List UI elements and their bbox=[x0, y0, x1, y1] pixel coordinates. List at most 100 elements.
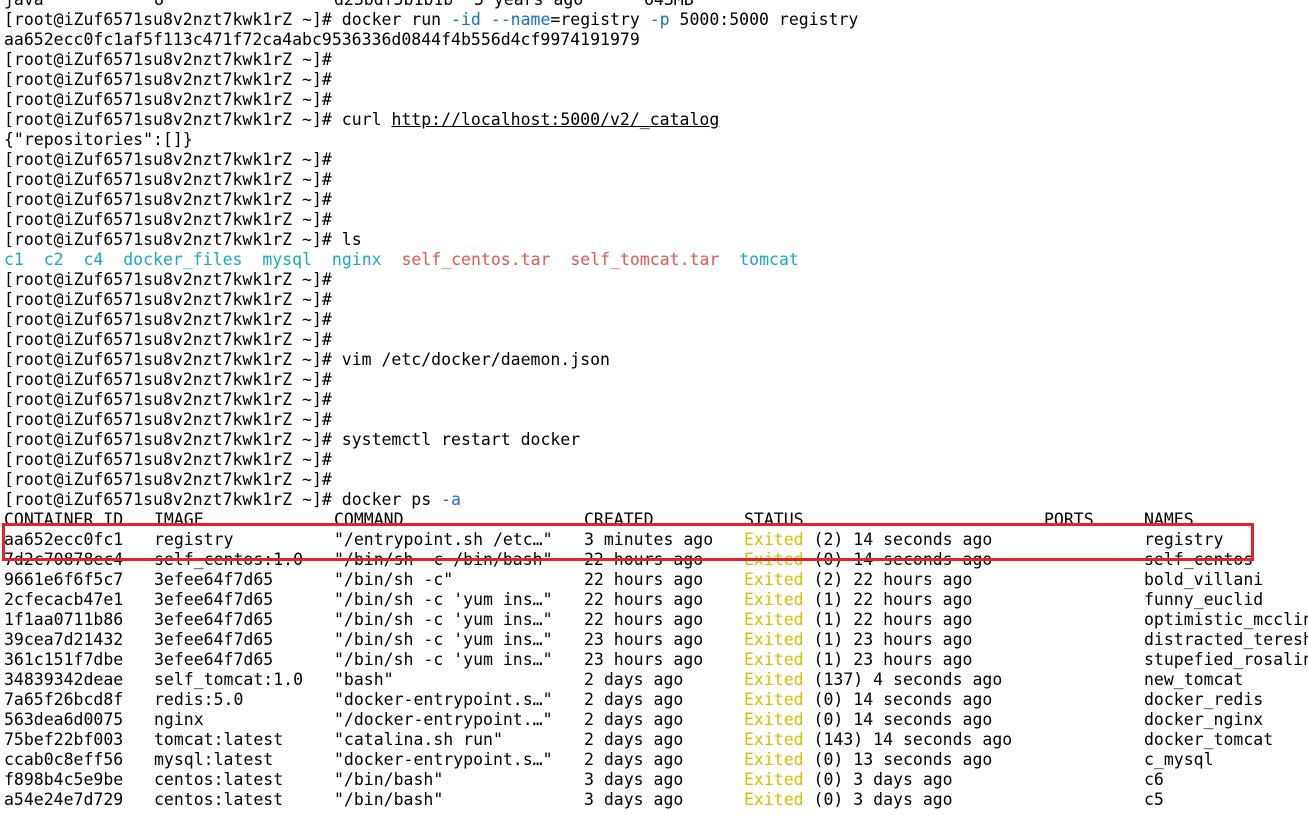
header-created: CREATED bbox=[584, 510, 654, 529]
cell-created: 2 days ago bbox=[584, 670, 684, 689]
empty-prompt: [root@iZuf6571su8v2nzt7kwk1rZ ~]# bbox=[4, 370, 342, 389]
cmd-curl: curl bbox=[341, 110, 392, 129]
ls-dir-entry: c1 bbox=[4, 250, 24, 269]
empty-prompt: [root@iZuf6571su8v2nzt7kwk1rZ ~]# bbox=[4, 70, 342, 89]
cmd-vim: vim /etc/docker/daemon.json bbox=[341, 350, 610, 369]
cell-names: c6 bbox=[1144, 770, 1164, 789]
shell-prompt: [root@iZuf6571su8v2nzt7kwk1rZ ~]# bbox=[4, 230, 342, 249]
image-size: 643MB bbox=[644, 0, 694, 10]
cell-container-id: 75bef22bf003 bbox=[4, 730, 124, 749]
status-detail: (143) 14 seconds ago bbox=[803, 730, 1013, 749]
status-detail: (1) 23 hours ago bbox=[803, 630, 973, 649]
cell-names: c5 bbox=[1144, 790, 1164, 809]
cell-created: 23 hours ago bbox=[584, 630, 704, 649]
cell-command: "catalina.sh run" bbox=[334, 730, 503, 749]
status-detail: (0) 3 days ago bbox=[803, 790, 953, 809]
status-exited-word: Exited bbox=[744, 650, 804, 669]
table-row: 75bef22bf003 tomcat:latest "catalina.sh ru… bbox=[4, 730, 1308, 750]
name-value: =registry bbox=[550, 10, 640, 29]
empty-prompt: [root@iZuf6571su8v2nzt7kwk1rZ ~]# bbox=[4, 410, 342, 429]
cell-names: distracted_tereshkova bbox=[1144, 630, 1308, 649]
cell-command: "bash" bbox=[334, 670, 394, 689]
cell-names: optimistic_mcclintock bbox=[1144, 610, 1308, 629]
cmd-docker-run: docker run bbox=[341, 10, 442, 29]
cell-status: Exited (143) 14 seconds ago bbox=[744, 730, 1012, 750]
status-exited-word: Exited bbox=[744, 670, 804, 689]
command-line-vim: [root@iZuf6571su8v2nzt7kwk1rZ ~]# vim /e… bbox=[4, 350, 1308, 370]
cell-status: Exited (0) 13 seconds ago bbox=[744, 750, 992, 770]
table-row: 39cea7d21432 3efee64f7d65 "/bin/sh -c 'yum… bbox=[4, 630, 1308, 650]
status-exited-word: Exited bbox=[744, 590, 804, 609]
ls-dir-entry: docker_files bbox=[123, 250, 243, 269]
cell-command: "/entrypoint.sh /etc…" bbox=[334, 530, 553, 549]
cell-command: "docker-entrypoint.s…" bbox=[334, 690, 553, 709]
cell-image: self_tomcat:1.0 bbox=[154, 670, 304, 689]
empty-prompt: [root@iZuf6571su8v2nzt7kwk1rZ ~]# bbox=[4, 450, 342, 469]
command-line-docker-run: [root@iZuf6571su8v2nzt7kwk1rZ ~]# docker… bbox=[4, 10, 1308, 30]
cell-image: nginx bbox=[154, 710, 204, 729]
cell-status: Exited (0) 14 seconds ago bbox=[744, 710, 992, 730]
status-exited-word: Exited bbox=[744, 550, 804, 569]
table-row: 34839342deae self_tomcat:1.0 "bash" 2 days … bbox=[4, 670, 1308, 690]
cell-command: "/bin/sh -c" bbox=[334, 570, 454, 589]
status-detail: (0) 13 seconds ago bbox=[803, 750, 993, 769]
ls-output: c1 c2 c4 docker_files mysql nginx self_c… bbox=[4, 250, 1308, 270]
image-tag: 8 bbox=[154, 0, 164, 10]
cell-container-id: f898b4c5e9be bbox=[4, 770, 124, 789]
cell-created: 2 days ago bbox=[584, 730, 684, 749]
status-detail: (1) 23 hours ago bbox=[803, 650, 973, 669]
status-exited-word: Exited bbox=[744, 570, 804, 589]
table-row: ccab0c8eff56 mysql:latest "docker-entrypoi… bbox=[4, 750, 1308, 770]
cell-created: 3 days ago bbox=[584, 790, 684, 809]
empty-prompt: [root@iZuf6571su8v2nzt7kwk1rZ ~]# bbox=[4, 50, 342, 69]
status-detail: (1) 22 hours ago bbox=[803, 610, 973, 629]
cell-image: 3efee64f7d65 bbox=[154, 630, 274, 649]
header-ports: PORTS bbox=[1044, 510, 1094, 529]
cell-status: Exited (1) 23 hours ago bbox=[744, 650, 973, 670]
ls-dir-entry: c2 bbox=[43, 250, 64, 269]
terminal-output[interactable]: java 8 d23bdf5b1b1b 5 years ago 643MB [r… bbox=[4, 0, 1308, 815]
image-repo: java bbox=[4, 0, 44, 10]
empty-prompt: [root@iZuf6571su8v2nzt7kwk1rZ ~]# bbox=[4, 290, 342, 309]
cell-names: registry bbox=[1144, 530, 1224, 549]
status-detail: (2) 14 seconds ago bbox=[803, 530, 993, 549]
shell-prompt: [root@iZuf6571su8v2nzt7kwk1rZ ~]# bbox=[4, 10, 342, 29]
flag-p: -p bbox=[649, 10, 670, 29]
ls-tar-entry: self_centos.tar bbox=[401, 250, 551, 269]
table-row: 9661e6f6f5c7 3efee64f7d65 "/bin/sh -c" 22 h… bbox=[4, 570, 1308, 590]
cell-names: c_mysql bbox=[1144, 750, 1214, 769]
cell-command: "/bin/sh -c 'yum ins…" bbox=[334, 630, 553, 649]
cell-command: "/bin/sh -c 'yum ins…" bbox=[334, 590, 553, 609]
cell-created: 3 minutes ago bbox=[584, 530, 714, 549]
cell-names: self_centos bbox=[1144, 550, 1254, 569]
shell-prompt: [root@iZuf6571su8v2nzt7kwk1rZ ~]# bbox=[4, 350, 342, 369]
catalog-url-link[interactable]: http://localhost:5000/v2/_catalog bbox=[391, 110, 719, 129]
cmd-systemctl: systemctl restart docker bbox=[341, 430, 581, 449]
cell-container-id: 7a65f26bcd8f bbox=[4, 690, 124, 709]
cell-container-id: 9661e6f6f5c7 bbox=[4, 570, 124, 589]
shell-prompt: [root@iZuf6571su8v2nzt7kwk1rZ ~]# bbox=[4, 430, 342, 449]
cell-status: Exited (0) 3 days ago bbox=[744, 770, 953, 790]
cell-container-id: 39cea7d21432 bbox=[4, 630, 124, 649]
status-exited-word: Exited bbox=[744, 710, 804, 729]
table-row: 7a65f26bcd8f redis:5.0 "docker-entrypoint.… bbox=[4, 690, 1308, 710]
cell-status: Exited (0) 14 seconds ago bbox=[744, 550, 992, 570]
cmd-ls: ls bbox=[341, 230, 362, 249]
ls-dir-entry: mysql bbox=[262, 250, 313, 269]
cell-names: stupefied_rosalind bbox=[1144, 650, 1308, 669]
cell-image: centos:latest bbox=[154, 770, 284, 789]
cell-status: Exited (0) 14 seconds ago bbox=[744, 690, 992, 710]
cell-names: bold_villani bbox=[1144, 570, 1264, 589]
table-row: 2cfecacb47e1 3efee64f7d65 "/bin/sh -c 'yum… bbox=[4, 590, 1308, 610]
cell-image: 3efee64f7d65 bbox=[154, 650, 274, 669]
command-line-systemctl: [root@iZuf6571su8v2nzt7kwk1rZ ~]# system… bbox=[4, 430, 1308, 450]
header-status: STATUS bbox=[744, 510, 804, 529]
ps-table-body: aa652ecc0fc1 registry "/entrypoint.sh /etc… bbox=[4, 530, 1308, 810]
cell-command: "/bin/bash" bbox=[334, 770, 444, 789]
cell-created: 3 days ago bbox=[584, 770, 684, 789]
cell-command: "/bin/bash" bbox=[334, 790, 444, 809]
cell-names: docker_redis bbox=[1144, 690, 1264, 709]
cell-container-id: a54e24e7d729 bbox=[4, 790, 124, 809]
flag-name: --name bbox=[490, 10, 551, 29]
cell-container-id: 361c151f7dbe bbox=[4, 650, 124, 669]
